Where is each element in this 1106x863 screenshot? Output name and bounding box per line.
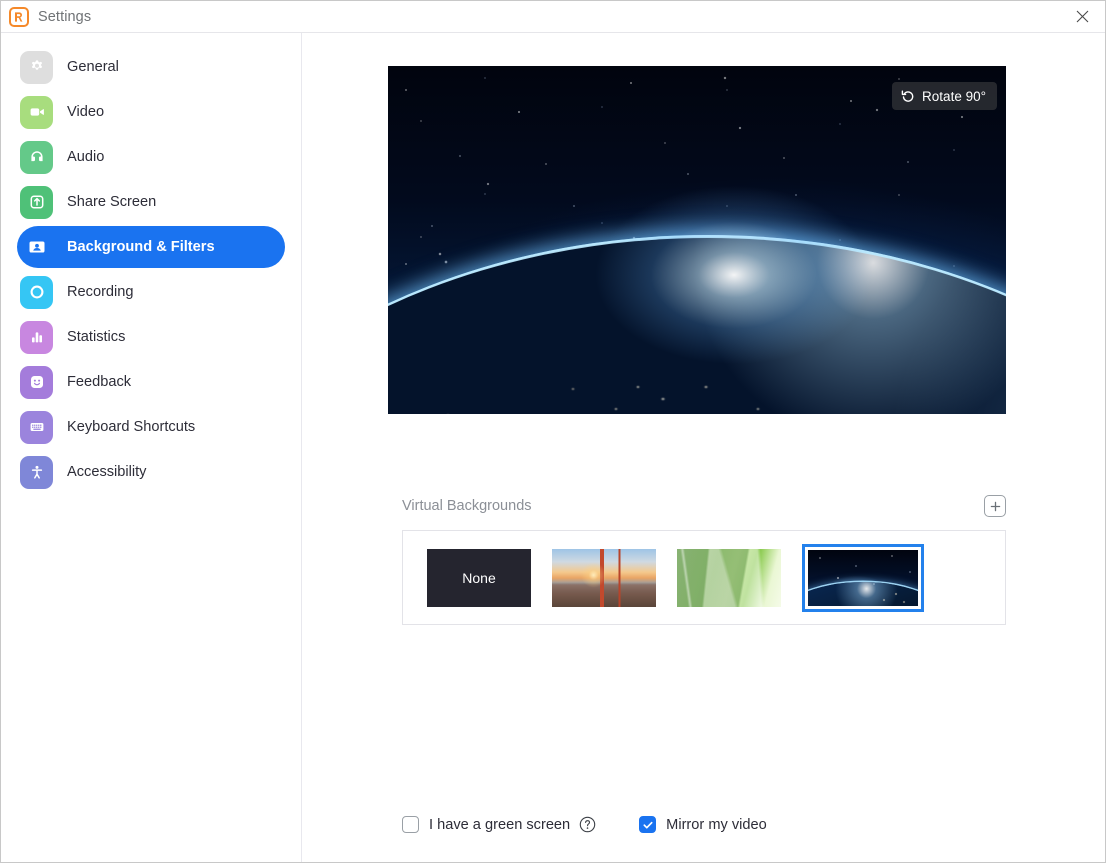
virtual-backgrounds-list: None bbox=[402, 530, 1006, 625]
sidebar-item-label: Recording bbox=[67, 284, 134, 300]
bridge-image bbox=[552, 549, 656, 607]
background-filters-panel: Rotate 90° Virtual Backgrounds None bbox=[302, 33, 1105, 862]
sidebar-item-label: Audio bbox=[67, 149, 104, 165]
rotate-90-button[interactable]: Rotate 90° bbox=[892, 82, 997, 110]
background-thumbnail-none[interactable]: None bbox=[427, 549, 531, 607]
sidebar-item-label: Share Screen bbox=[67, 194, 156, 210]
person-card-icon bbox=[20, 231, 53, 264]
mirror-video-option[interactable]: Mirror my video bbox=[639, 816, 767, 833]
green-screen-option[interactable]: I have a green screen bbox=[402, 816, 570, 833]
sidebar-item-audio[interactable]: Audio bbox=[17, 136, 285, 178]
bar-chart-icon bbox=[20, 321, 53, 354]
plus-icon bbox=[989, 500, 1002, 513]
sidebar-item-accessibility[interactable]: Accessibility bbox=[17, 451, 285, 493]
preview-options-row: I have a green screen bbox=[402, 816, 767, 833]
window-body: General Video Audio bbox=[1, 33, 1105, 862]
close-icon[interactable] bbox=[1059, 1, 1105, 32]
settings-sidebar: General Video Audio bbox=[1, 33, 302, 862]
green-screen-label: I have a green screen bbox=[429, 817, 570, 833]
sidebar-item-label: Feedback bbox=[67, 374, 131, 390]
gear-icon bbox=[20, 51, 53, 84]
sidebar-item-label: Statistics bbox=[67, 329, 125, 345]
virtual-backgrounds-title: Virtual Backgrounds bbox=[402, 498, 532, 514]
headphones-icon bbox=[20, 141, 53, 174]
sidebar-item-statistics[interactable]: Statistics bbox=[17, 316, 285, 358]
settings-window: Settings General bbox=[0, 0, 1106, 863]
earth-globe bbox=[388, 237, 1006, 414]
record-circle-icon bbox=[20, 276, 53, 309]
earth-image bbox=[808, 550, 918, 606]
accessibility-icon bbox=[20, 456, 53, 489]
sidebar-item-video[interactable]: Video bbox=[17, 91, 285, 133]
sidebar-item-label: Keyboard Shortcuts bbox=[67, 419, 195, 435]
rotate-ccw-icon bbox=[901, 89, 915, 103]
background-thumbnail-bridge[interactable] bbox=[552, 549, 656, 607]
earth-atmosphere-haze bbox=[388, 237, 1006, 414]
grass-image bbox=[677, 549, 781, 607]
upload-arrow-icon bbox=[20, 186, 53, 219]
sidebar-item-label: Accessibility bbox=[67, 464, 146, 480]
keyboard-icon bbox=[20, 411, 53, 444]
add-background-button[interactable] bbox=[984, 495, 1006, 517]
mirror-video-checkbox[interactable] bbox=[639, 816, 656, 833]
title-bar: Settings bbox=[1, 1, 1105, 33]
rotate-button-label: Rotate 90° bbox=[922, 89, 986, 104]
virtual-backgrounds-header: Virtual Backgrounds bbox=[402, 495, 1006, 517]
sidebar-item-label: General bbox=[67, 59, 119, 75]
sidebar-item-feedback[interactable]: Feedback bbox=[17, 361, 285, 403]
mirror-video-label: Mirror my video bbox=[666, 817, 767, 833]
video-preview: Rotate 90° bbox=[388, 66, 1006, 414]
background-thumbnail-grass[interactable] bbox=[677, 549, 781, 607]
sidebar-item-share-screen[interactable]: Share Screen bbox=[17, 181, 285, 223]
background-thumbnail-earth[interactable] bbox=[802, 544, 924, 612]
green-screen-checkbox[interactable] bbox=[402, 816, 419, 833]
camera-icon bbox=[20, 96, 53, 129]
sidebar-item-keyboard-shortcuts[interactable]: Keyboard Shortcuts bbox=[17, 406, 285, 448]
earth-thumbnail-inner bbox=[808, 550, 918, 606]
background-thumbnail-label: None bbox=[462, 570, 495, 586]
sidebar-item-general[interactable]: General bbox=[17, 46, 285, 88]
sidebar-item-background-filters[interactable]: Background & Filters bbox=[17, 226, 285, 268]
help-circle-icon[interactable] bbox=[579, 816, 596, 833]
sidebar-item-recording[interactable]: Recording bbox=[17, 271, 285, 313]
window-title: Settings bbox=[38, 9, 91, 25]
app-logo-icon bbox=[9, 7, 29, 27]
sidebar-item-label: Background & Filters bbox=[67, 239, 215, 255]
smiley-icon bbox=[20, 366, 53, 399]
sidebar-item-label: Video bbox=[67, 104, 104, 120]
